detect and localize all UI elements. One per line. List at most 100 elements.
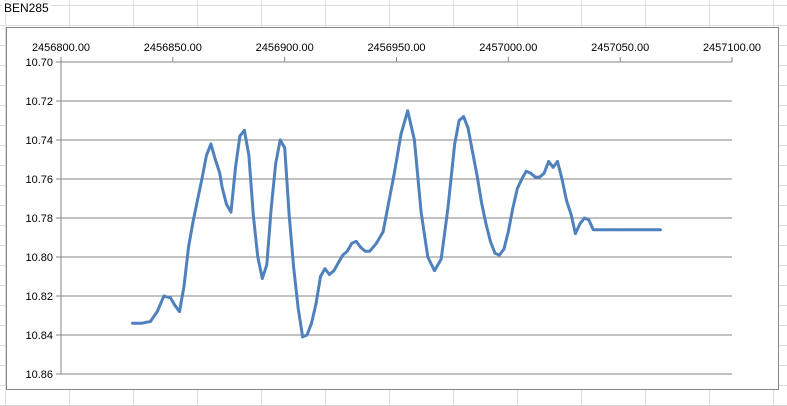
y-tick-label: 10.84 xyxy=(25,330,53,342)
data-point xyxy=(314,302,318,305)
data-point xyxy=(346,249,349,253)
y-tick-labels: 10.70 10.72 10.74 10.76 10.78 10.80 10.82 10.84… xyxy=(25,57,53,381)
data-point xyxy=(440,257,443,261)
data-point xyxy=(529,171,532,175)
y-tick-label: 10.70 xyxy=(25,57,53,69)
data-point xyxy=(533,175,537,179)
data-point xyxy=(214,158,217,161)
data-point xyxy=(323,267,327,270)
data-point xyxy=(498,253,501,257)
y-tick-label: 10.74 xyxy=(25,135,53,147)
x-tick-label: 2457100.00 xyxy=(703,42,761,54)
data-point xyxy=(627,228,631,231)
gridlines xyxy=(61,61,732,375)
data-point xyxy=(278,138,282,142)
data-point xyxy=(247,154,251,157)
data-point xyxy=(596,228,599,231)
data-point xyxy=(547,160,550,163)
data-point xyxy=(381,230,385,233)
data-point xyxy=(413,138,416,142)
data-point xyxy=(296,306,300,309)
data-point xyxy=(574,232,577,235)
data-point xyxy=(182,285,186,288)
data-point xyxy=(169,296,172,300)
data-point xyxy=(393,171,396,175)
data-point xyxy=(196,199,199,202)
data-point xyxy=(446,207,450,210)
data-point xyxy=(471,150,474,153)
y-tick-label: 10.82 xyxy=(25,291,53,303)
data-point xyxy=(261,277,264,280)
line-chart: 2456800.00 2456850.00 2456900.00 2456950.00… xyxy=(25,42,761,381)
data-point xyxy=(229,210,233,214)
data-point xyxy=(516,187,519,190)
data-point xyxy=(155,310,159,313)
data-point xyxy=(178,310,181,313)
y-tick-label: 10.72 xyxy=(25,96,53,108)
x-tick-labels: 2456800.00 2456850.00 2456900.00 2456950.00… xyxy=(32,42,761,54)
data-point xyxy=(238,134,242,138)
data-point xyxy=(610,228,613,231)
data-point xyxy=(466,127,470,130)
data-point xyxy=(287,212,291,216)
data-point xyxy=(350,242,353,245)
data-point xyxy=(399,132,403,136)
data-point xyxy=(654,228,658,231)
data-point xyxy=(234,166,237,169)
data-point xyxy=(375,242,378,245)
data-point xyxy=(592,228,595,231)
data-point xyxy=(191,220,195,224)
data-point xyxy=(265,263,268,266)
data-point xyxy=(480,201,483,204)
x-tick-label: 2457050.00 xyxy=(591,42,649,54)
data-point xyxy=(205,154,208,157)
data-point xyxy=(310,322,313,325)
data-point xyxy=(601,228,604,231)
data-point xyxy=(551,166,555,169)
data-point xyxy=(560,177,564,181)
y-tick-label: 10.78 xyxy=(25,213,53,225)
data-point xyxy=(636,228,640,231)
data-point xyxy=(556,160,559,163)
data-point xyxy=(341,253,345,257)
data-point xyxy=(368,249,371,253)
x-tick-label: 2456800.00 xyxy=(32,42,90,54)
y-tick-label: 10.76 xyxy=(25,174,53,186)
data-point xyxy=(462,115,465,118)
x-tick-label: 2457000.00 xyxy=(479,42,537,54)
data-point xyxy=(641,228,644,231)
data-point xyxy=(274,162,277,165)
data-point xyxy=(301,335,304,339)
data-point xyxy=(355,240,358,243)
data-point xyxy=(645,228,649,231)
data-point xyxy=(209,142,213,146)
data-point xyxy=(525,170,528,173)
x-tick-label: 2456850.00 xyxy=(144,42,202,54)
data-point xyxy=(618,228,622,231)
data-point xyxy=(426,255,430,259)
data-point xyxy=(332,269,336,272)
data-point xyxy=(632,228,635,231)
series xyxy=(131,109,662,339)
data-point xyxy=(583,216,586,220)
data-point xyxy=(520,177,523,181)
x-tick-label: 2456900.00 xyxy=(256,42,314,54)
data-point xyxy=(225,203,228,206)
data-point xyxy=(569,212,573,216)
data-point xyxy=(511,207,515,210)
data-point xyxy=(502,248,506,251)
data-point xyxy=(270,207,273,210)
data-point xyxy=(252,214,255,218)
data-point xyxy=(292,265,295,268)
data-point xyxy=(149,320,152,323)
data-point xyxy=(140,322,143,325)
data-point xyxy=(650,228,653,231)
data-point xyxy=(587,218,591,222)
x-tick-label: 2456950.00 xyxy=(367,42,425,54)
data-point xyxy=(453,142,456,146)
data-point xyxy=(542,171,546,175)
data-point xyxy=(475,173,479,177)
data-point xyxy=(433,269,436,272)
data-point xyxy=(484,222,488,226)
data-point xyxy=(359,246,362,249)
